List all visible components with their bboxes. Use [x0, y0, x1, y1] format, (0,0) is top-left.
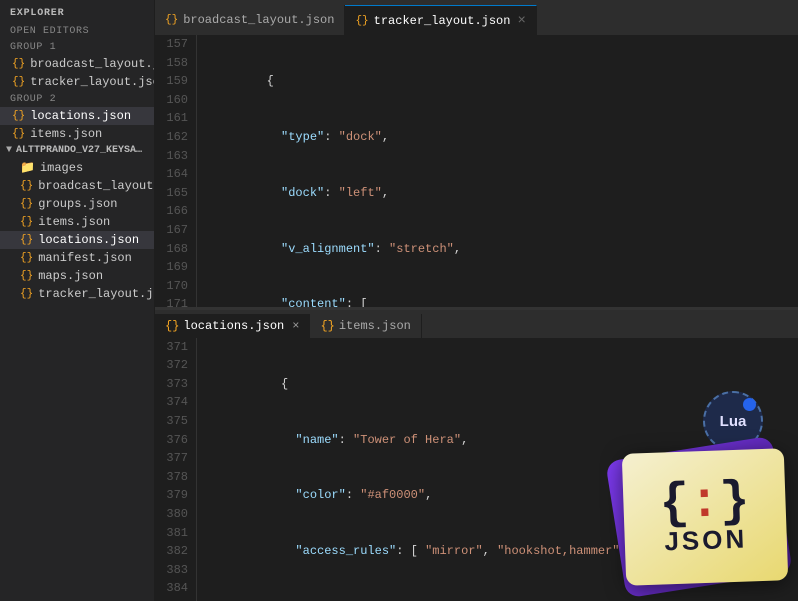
json-file-icon: {}	[165, 319, 179, 333]
sidebar-item-items-group2[interactable]: {} items.json	[0, 125, 154, 143]
file-name: locations.json	[30, 109, 131, 123]
sidebar-item-locations[interactable]: {} locations.json	[0, 231, 154, 249]
json-file-icon: {}	[355, 15, 368, 27]
project-label: ALTTPRANDO_V27_KEYSANITY_II...	[16, 145, 148, 156]
tab-broadcast-layout[interactable]: {} broadcast_layout.json	[155, 5, 345, 35]
json-icon: {}	[20, 288, 33, 300]
sidebar-item-manifest[interactable]: {} manifest.json	[0, 249, 154, 267]
editor-content-bottom[interactable]: 371372373374375 376377378379380 38138238…	[155, 338, 798, 601]
json-icon: {}	[12, 110, 25, 122]
open-editors-label: OPEN EDITORS	[0, 23, 154, 39]
explorer-header: EXPLORER	[0, 0, 154, 23]
sidebar-item-groups[interactable]: {} groups.json	[0, 195, 154, 213]
line-numbers-bottom: 371372373374375 376377378379380 38138238…	[155, 338, 197, 601]
file-name: maps.json	[38, 269, 103, 283]
pane2-tab-items[interactable]: {} items.json	[310, 314, 421, 338]
line-numbers-top: 157158159160161 162163164165166 16716816…	[155, 35, 197, 307]
file-name: items.json	[38, 215, 110, 229]
close-tab-button[interactable]: ×	[292, 319, 299, 333]
close-tab-button[interactable]: ×	[517, 13, 525, 29]
file-name: locations.json	[38, 233, 139, 247]
json-icon: {}	[20, 252, 33, 264]
pane2-tab-bar: {} locations.json × {} items.json	[155, 310, 798, 338]
file-name: groups.json	[38, 197, 117, 211]
code-lines-top: { "type": "dock", "dock": "left", "v_ali…	[197, 35, 798, 307]
json-file-icon: {}	[320, 319, 334, 333]
json-file-icon: {}	[165, 14, 178, 26]
file-name: broadcast_layout.json	[30, 57, 154, 71]
group1-label: GROUP 1	[0, 39, 154, 55]
expand-arrow: ▼	[6, 145, 12, 156]
sidebar: EXPLORER OPEN EDITORS GROUP 1 {} broadca…	[0, 0, 155, 601]
group2-label: GROUP 2	[0, 91, 154, 107]
sidebar-item-maps[interactable]: {} maps.json	[0, 267, 154, 285]
sidebar-item-broadcast-layout-group1[interactable]: {} broadcast_layout.json	[0, 55, 154, 73]
json-icon: {}	[12, 76, 25, 88]
project-folder[interactable]: ▼ ALTTPRANDO_V27_KEYSANITY_II...	[0, 143, 154, 158]
json-icon: {}	[12, 128, 25, 140]
json-icon: {}	[20, 234, 33, 246]
sidebar-item-locations-group2[interactable]: {} locations.json	[0, 107, 154, 125]
editor-content-top[interactable]: 157158159160161 162163164165166 16716816…	[155, 35, 798, 307]
editor-area: {} broadcast_layout.json {} tracker_layo…	[155, 0, 798, 601]
json-icon: {}	[20, 180, 33, 192]
code-lines-bottom: { "name": "Tower of Hera", "color": "#af…	[197, 338, 798, 601]
json-icon: {}	[20, 216, 33, 228]
file-name: tracker_layout.json	[38, 287, 154, 301]
tab-label: items.json	[339, 319, 411, 333]
folder-name: images	[40, 161, 83, 175]
json-icon: {}	[12, 58, 25, 70]
file-name: broadcast_layout.json	[38, 179, 154, 193]
tab-label: locations.json	[183, 319, 284, 333]
file-name: tracker_layout.json	[30, 75, 154, 89]
tab-label: broadcast_layout.json	[183, 13, 334, 27]
pane2-tab-locations[interactable]: {} locations.json ×	[155, 314, 310, 338]
tab-tracker-layout[interactable]: {} tracker_layout.json ×	[345, 5, 536, 35]
sidebar-item-items[interactable]: {} items.json	[0, 213, 154, 231]
tab-label: tracker_layout.json	[374, 14, 511, 28]
file-name: manifest.json	[38, 251, 132, 265]
json-icon: {}	[20, 198, 33, 210]
file-name: items.json	[30, 127, 102, 141]
sidebar-item-tracker-layout[interactable]: {} tracker_layout.json	[0, 285, 154, 303]
sidebar-item-tracker-layout-group1[interactable]: {} tracker_layout.json	[0, 73, 154, 91]
editor-pane-top: 157158159160161 162163164165166 16716816…	[155, 35, 798, 307]
sidebar-item-images[interactable]: 📁 images	[0, 158, 154, 177]
json-icon: {}	[20, 270, 33, 282]
editor-pane-bottom: {} locations.json × {} items.json 371372…	[155, 310, 798, 601]
sidebar-item-broadcast-layout[interactable]: {} broadcast_layout.json	[0, 177, 154, 195]
editor-split: 157158159160161 162163164165166 16716816…	[155, 35, 798, 601]
top-tab-bar: {} broadcast_layout.json {} tracker_layo…	[155, 0, 798, 35]
folder-icon: 📁	[20, 160, 35, 175]
